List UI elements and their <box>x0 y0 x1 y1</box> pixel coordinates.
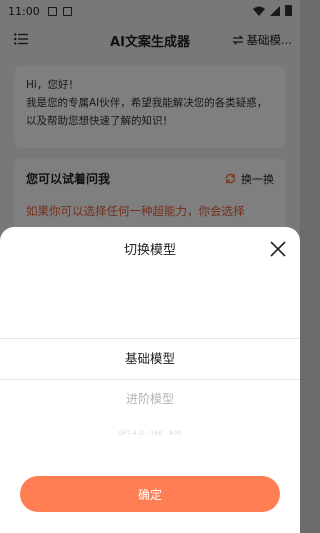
picker-option-gpt4[interactable]: GPT-4.0 · 16K · 800 <box>0 430 300 437</box>
close-icon[interactable] <box>270 241 286 257</box>
picker-divider-bottom <box>0 379 300 380</box>
sheet-title: 切换模型 <box>123 243 176 258</box>
picker-option-advanced[interactable]: 进阶模型 <box>0 390 300 407</box>
model-picker-sheet: 切换模型 基础模型 进阶模型 GPT-4.0 · 16K · 800 确定 <box>0 227 300 533</box>
picker-divider-top <box>0 338 300 339</box>
confirm-button[interactable]: 确定 <box>20 476 280 512</box>
picker-option-basic[interactable]: 基础模型 <box>0 348 300 367</box>
